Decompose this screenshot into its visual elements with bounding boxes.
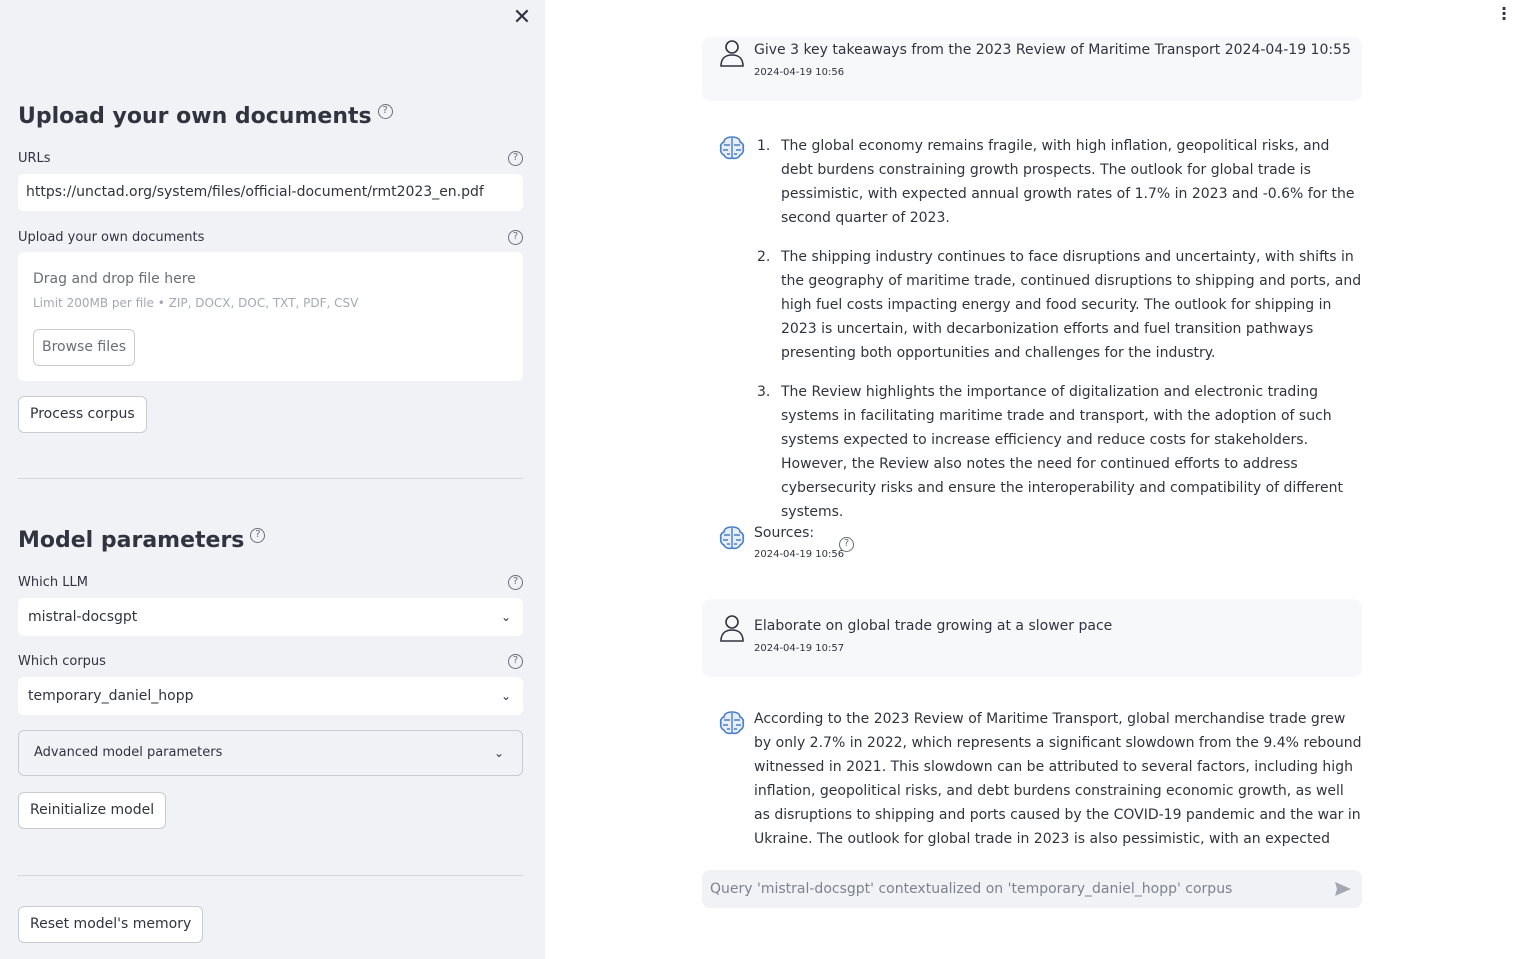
file-dropzone[interactable]: Drag and drop file here Limit 200MB per … <box>18 252 523 381</box>
chevron-down-icon: ⌄ <box>500 610 511 624</box>
llm-select[interactable]: mistral-docsgpt ⌄ <box>18 598 523 636</box>
list-item: 2. The shipping industry continues to fac… <box>757 249 1362 361</box>
brain-icon <box>719 711 745 735</box>
llm-help-icon[interactable]: ? <box>508 575 523 590</box>
message-text: Give 3 key takeaways from the 2023 Revie… <box>754 42 1351 58</box>
upload-label: Upload your own documents <box>18 230 205 245</box>
send-icon[interactable] <box>1334 880 1352 898</box>
user-message: Elaborate on global trade growing at a s… <box>702 599 1362 677</box>
sources-help-icon[interactable]: ? <box>839 537 854 552</box>
sidebar: ✕ Upload your own documents? URLs ? http… <box>0 0 545 959</box>
input-placeholder: Query 'mistral-docsgpt' contextualized o… <box>710 881 1233 897</box>
list-item: 1. The global economy remains fragile, wi… <box>757 138 1355 226</box>
corpus-selected-value: temporary_daniel_hopp <box>28 688 194 704</box>
divider <box>18 875 523 876</box>
chat-query-input[interactable]: Query 'mistral-docsgpt' contextualized o… <box>702 870 1362 908</box>
urls-input[interactable]: https://unctad.org/system/files/official… <box>18 174 523 211</box>
llm-selected-value: mistral-docsgpt <box>28 609 138 625</box>
upload-section-title: Upload your own documents? <box>18 104 393 129</box>
main-menu-icon[interactable]: · · · <box>1499 1 1509 27</box>
sources-message: Sources: 2024-04-19 10:56 ? <box>702 522 1362 566</box>
reset-memory-button[interactable]: Reset model's memory <box>18 906 204 943</box>
message-timestamp: 2024-04-19 10:57 <box>754 643 845 654</box>
dropzone-title: Drag and drop file here <box>33 271 196 287</box>
help-icon[interactable]: ? <box>250 528 266 543</box>
llm-label: Which LLM <box>18 575 88 590</box>
chevron-down-icon: ⌄ <box>500 689 511 703</box>
urls-label: URLs <box>18 151 51 166</box>
main-chat-area: · · · Give 3 key takeaways from the 2023 R… <box>545 0 1515 959</box>
dropzone-limit: Limit 200MB per file • ZIP, DOCX, DOC, T… <box>33 296 359 310</box>
assistant-message: 1. The global economy remains fragile, wi… <box>702 134 1362 520</box>
upload-help-icon[interactable]: ? <box>508 230 523 245</box>
user-avatar-icon <box>720 615 744 642</box>
corpus-select[interactable]: temporary_daniel_hopp ⌄ <box>18 677 523 715</box>
model-section-title: Model parameters? <box>18 528 266 553</box>
divider <box>18 478 523 479</box>
close-sidebar-icon[interactable]: ✕ <box>512 7 532 29</box>
answer-list: 1. The global economy remains fragile, wi… <box>754 134 1362 539</box>
urls-help-icon[interactable]: ? <box>508 151 523 166</box>
message-timestamp: 2024-04-19 10:56 <box>754 549 845 560</box>
corpus-label: Which corpus <box>18 654 106 669</box>
user-avatar-icon <box>720 40 744 67</box>
expander-label: Advanced model parameters <box>34 745 223 760</box>
message-timestamp: 2024-04-19 10:56 <box>754 67 845 78</box>
sources-label: Sources: <box>754 525 815 541</box>
chevron-down-icon: ⌄ <box>493 746 504 760</box>
corpus-help-icon[interactable]: ? <box>508 654 523 669</box>
message-text: Elaborate on global trade growing at a s… <box>754 618 1113 634</box>
browse-files-button[interactable]: Browse files <box>33 329 135 366</box>
brain-icon <box>719 526 745 550</box>
user-message: Give 3 key takeaways from the 2023 Revie… <box>702 37 1362 101</box>
help-icon[interactable]: ? <box>377 104 393 119</box>
advanced-parameters-expander[interactable]: Advanced model parameters ⌄ <box>18 730 523 776</box>
brain-icon <box>719 136 745 160</box>
reinitialize-model-button[interactable]: Reinitialize model <box>18 792 167 829</box>
list-item: 3. The Review highlights the importance o… <box>757 384 1343 520</box>
process-corpus-button[interactable]: Process corpus <box>18 396 147 433</box>
